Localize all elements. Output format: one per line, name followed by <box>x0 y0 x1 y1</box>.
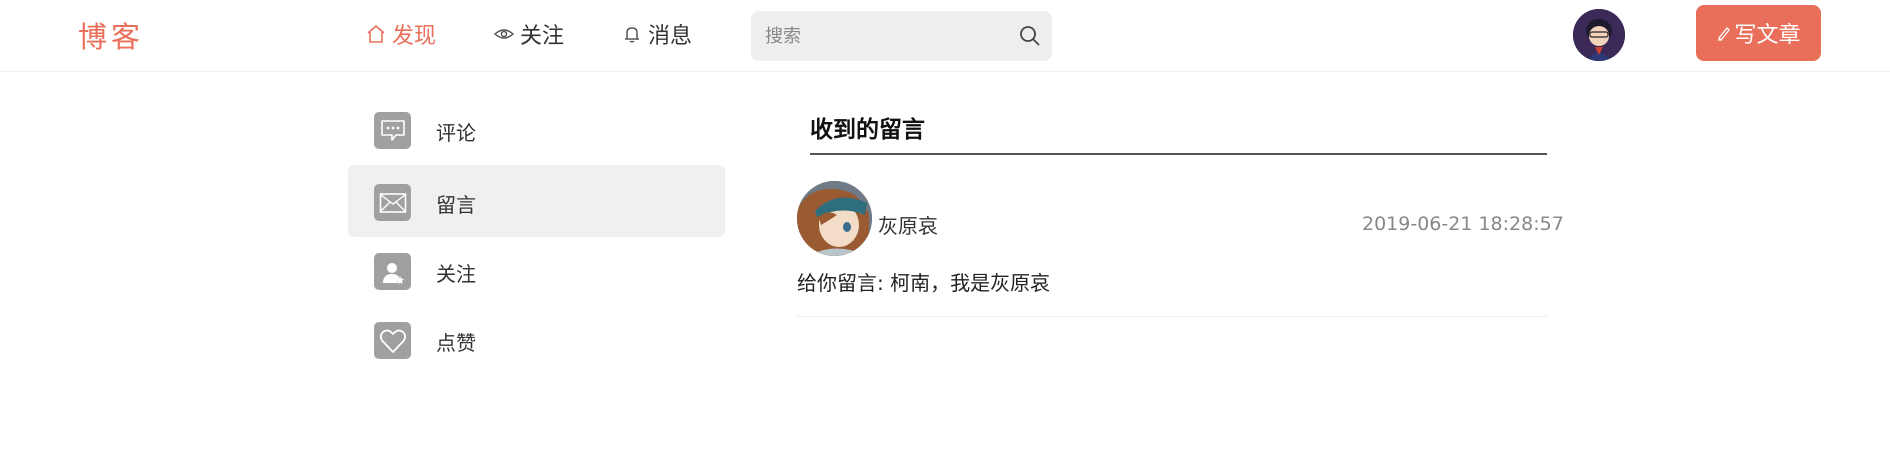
nav-discover-label: 发现 <box>392 24 437 49</box>
sidebar-item-label: 留言 <box>436 193 476 217</box>
nav-message[interactable]: 消息 <box>622 18 692 50</box>
nav-message-label: 消息 <box>648 24 693 49</box>
sidebar-item-label: 关注 <box>436 262 476 286</box>
sidebar-item-label: 评论 <box>436 121 476 145</box>
heart-icon <box>374 322 411 359</box>
search-icon[interactable] <box>1018 24 1042 48</box>
search-box <box>751 11 1052 61</box>
message-user-avatar[interactable] <box>797 181 872 256</box>
sidebar-item-comments[interactable]: 评论 <box>348 93 725 165</box>
write-article-label: 写文章 <box>1734 23 1801 48</box>
user-follow-icon <box>374 253 411 290</box>
user-avatar[interactable] <box>1573 9 1625 61</box>
home-icon <box>366 24 386 44</box>
sidebar-item-label: 点赞 <box>436 331 476 355</box>
eye-icon <box>494 24 514 44</box>
message-username[interactable]: 灰原哀 <box>878 210 938 239</box>
mail-icon <box>374 184 411 221</box>
page-title: 收到的留言 <box>810 117 925 143</box>
nav-follow[interactable]: 关注 <box>494 18 564 50</box>
write-article-button[interactable]: 写文章 <box>1696 5 1821 61</box>
bell-icon <box>622 24 642 44</box>
message-content: 给你留言: 柯南，我是灰原哀 <box>797 271 1051 295</box>
message-timestamp: 2019-06-21 18:28:57 <box>1362 213 1564 235</box>
pen-icon <box>1716 25 1732 41</box>
site-logo[interactable]: 博客 <box>78 14 144 56</box>
search-input[interactable] <box>765 11 1005 61</box>
sidebar-item-messages[interactable]: 留言 <box>348 165 725 237</box>
top-navbar: 博客 发现 关注 消息 搜索 写文章 <box>0 0 1890 72</box>
comment-icon <box>374 112 411 149</box>
nav-follow-label: 关注 <box>520 24 565 49</box>
sidebar-item-follows[interactable]: 关注 <box>348 234 725 306</box>
nav-discover[interactable]: 发现 <box>366 18 436 50</box>
sidebar-item-likes[interactable]: 点赞 <box>348 303 725 375</box>
message-divider <box>797 316 1547 317</box>
title-underline <box>810 153 1547 155</box>
